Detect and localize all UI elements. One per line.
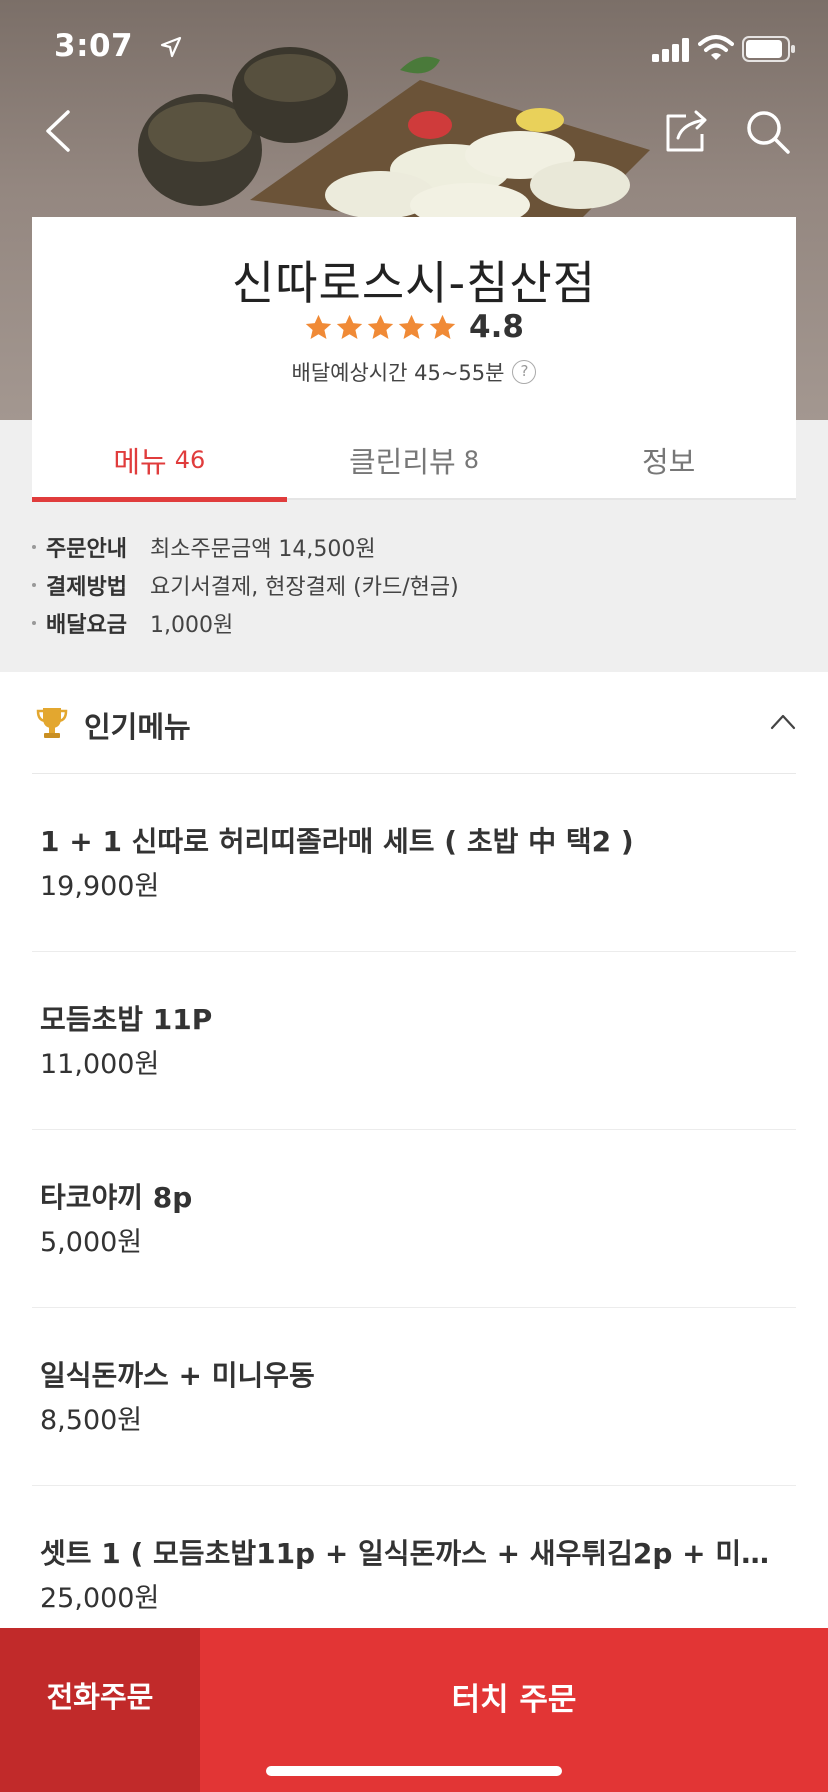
- tab-info[interactable]: 정보: [541, 420, 796, 500]
- tab-count: 8: [463, 446, 480, 474]
- share-icon[interactable]: [664, 108, 710, 154]
- rating-row: 4.8: [32, 305, 796, 349]
- delivery-time-row: 배달예상시간 45~55분 ?: [32, 357, 796, 387]
- trophy-icon: [36, 708, 68, 738]
- info-row: 주문안내 최소주문금액 14,500원: [32, 528, 796, 566]
- rating-stars: [304, 313, 457, 342]
- menu-item-price: 19,900원: [40, 871, 160, 902]
- menu-item-price: 25,000원: [40, 1583, 160, 1614]
- status-bar: 3:07: [0, 0, 828, 100]
- menu-item-name: 타코야끼 8p: [40, 1181, 193, 1214]
- menu-item[interactable]: 일식돈까스 + 미니우동 8,500원: [32, 1308, 796, 1486]
- menu-item-name: 셋트 1 ( 모듬초밥11p + 일식돈까스 + 새우튀김2p + 미니우동2.…: [40, 1537, 790, 1570]
- location-arrow-icon: [160, 36, 182, 58]
- info-value: 요기서결제, 현장결제 (카드/현금): [150, 575, 459, 600]
- menu-item-name: 1 + 1 신따로 허리띠졸라매 세트 ( 초밥 中 택2 ): [40, 825, 634, 858]
- star-icon: [367, 314, 394, 339]
- menu-item[interactable]: 타코야끼 8p 5,000원: [32, 1130, 796, 1308]
- search-icon[interactable]: [744, 108, 792, 156]
- popular-menu-title: 인기메뉴: [84, 710, 191, 744]
- menu-item[interactable]: 모듬초밥 11P 11,000원: [32, 952, 796, 1130]
- store-info-section: 메뉴 46 클린리뷰 8 정보 주문안내 최소주문금액 14,500원 결제방법…: [0, 420, 828, 672]
- menu-item-name: 모듬초밥 11P: [40, 1003, 213, 1036]
- order-info-list: 주문안내 최소주문금액 14,500원 결제방법 요기서결제, 현장결제 (카드…: [32, 528, 796, 642]
- tab-label: 정보: [641, 445, 696, 479]
- cellular-signal-icon: [652, 38, 689, 62]
- bullet-icon: [32, 583, 36, 587]
- store-card: 신따로스시-침산점 4.8 배달예상시간 45~55분 ?: [32, 217, 796, 421]
- tab-label: 클린리뷰: [349, 445, 456, 479]
- phone-order-button[interactable]: 전화주문: [0, 1628, 200, 1792]
- popular-menu-list: 1 + 1 신따로 허리띠졸라매 세트 ( 초밥 中 택2 ) 19,900원 …: [32, 774, 796, 1664]
- info-key: 결제방법: [46, 575, 127, 600]
- rating-value: 4.8: [469, 309, 524, 345]
- battery-icon: [742, 36, 795, 62]
- menu-item-name: 일식돈까스 + 미니우동: [40, 1359, 315, 1392]
- menu-item-price: 5,000원: [40, 1227, 143, 1258]
- popular-menu-header[interactable]: 인기메뉴: [32, 672, 796, 774]
- help-icon[interactable]: ?: [512, 360, 537, 384]
- star-icon: [336, 314, 363, 339]
- chevron-up-icon[interactable]: [770, 712, 796, 730]
- bullet-icon: [32, 545, 36, 549]
- info-row: 결제방법 요기서결제, 현장결제 (카드/현금): [32, 566, 796, 604]
- info-row: 배달요금 1,000원: [32, 604, 796, 642]
- store-name: 신따로스시-침산점: [231, 256, 597, 310]
- tab-label: 메뉴: [113, 445, 167, 479]
- tab-clean-review[interactable]: 클린리뷰 8: [287, 420, 542, 500]
- wifi-icon: [698, 35, 734, 60]
- delivery-time: 배달예상시간 45~55분: [291, 361, 505, 385]
- star-icon: [398, 314, 425, 339]
- back-icon[interactable]: [40, 108, 76, 154]
- info-key: 배달요금: [46, 613, 127, 638]
- menu-item[interactable]: 1 + 1 신따로 허리띠졸라매 세트 ( 초밥 中 택2 ) 19,900원: [32, 774, 796, 952]
- info-key: 주문안내: [46, 537, 127, 562]
- bullet-icon: [32, 621, 36, 625]
- home-indicator: [266, 1766, 562, 1776]
- status-time: 3:07: [54, 28, 134, 64]
- star-icon: [429, 314, 456, 339]
- tab-count: 46: [174, 446, 206, 474]
- star-icon: [305, 314, 332, 339]
- menu-item-price: 8,500원: [40, 1405, 143, 1436]
- menu-item-price: 11,000원: [40, 1049, 160, 1080]
- info-value: 최소주문금액 14,500원: [150, 537, 376, 562]
- tab-menu[interactable]: 메뉴 46: [32, 420, 287, 502]
- info-value: 1,000원: [150, 613, 234, 638]
- tab-bar: 메뉴 46 클린리뷰 8 정보: [32, 420, 796, 502]
